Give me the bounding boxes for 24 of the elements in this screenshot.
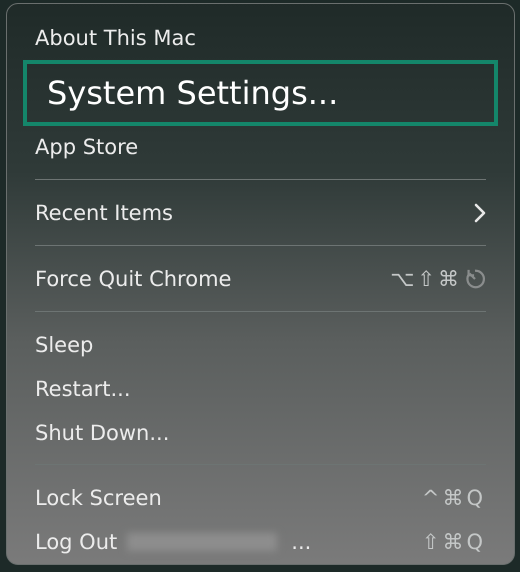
menu-item[interactable]: Force Quit Chrome ⌥⇧⌘ — [23, 257, 498, 301]
menu-item-label: Restart... — [35, 376, 131, 401]
menu-item[interactable]: App Store — [23, 126, 498, 170]
menu-item-label: Sleep — [35, 332, 94, 357]
menu-item-label: Recent Items — [35, 201, 173, 226]
menu-item[interactable]: About This Mac — [23, 16, 498, 60]
menu-item-label: Lock Screen — [35, 486, 162, 510]
menu-item[interactable]: Log Out ... ⇧⌘Q — [23, 520, 498, 564]
keyboard-shortcut: ⌥⇧⌘ — [390, 267, 462, 292]
menu-item-label: About This Mac — [35, 26, 196, 50]
ellipsis-text: ... — [291, 530, 312, 554]
menu-item-label: Log Out — [35, 530, 118, 554]
menu-item[interactable]: Recent Items — [23, 191, 498, 236]
menu-item-label: Shut Down... — [35, 420, 170, 445]
menu-item-label: Force Quit Chrome — [35, 267, 232, 292]
keyboard-shortcut: ^⌘Q — [422, 486, 486, 510]
menu-item-label: App Store — [35, 135, 138, 160]
menu-item[interactable]: System Settings... — [23, 60, 498, 126]
menu-item[interactable]: Lock Screen ^⌘Q — [23, 476, 498, 520]
keyboard-shortcut: ⇧⌘Q — [422, 530, 486, 554]
menu-item-label: System Settings... — [47, 74, 338, 112]
menu-item[interactable]: Shut Down... — [23, 410, 498, 454]
menu-item[interactable]: Restart... — [23, 366, 498, 411]
menu-item[interactable]: Sleep — [23, 323, 498, 367]
